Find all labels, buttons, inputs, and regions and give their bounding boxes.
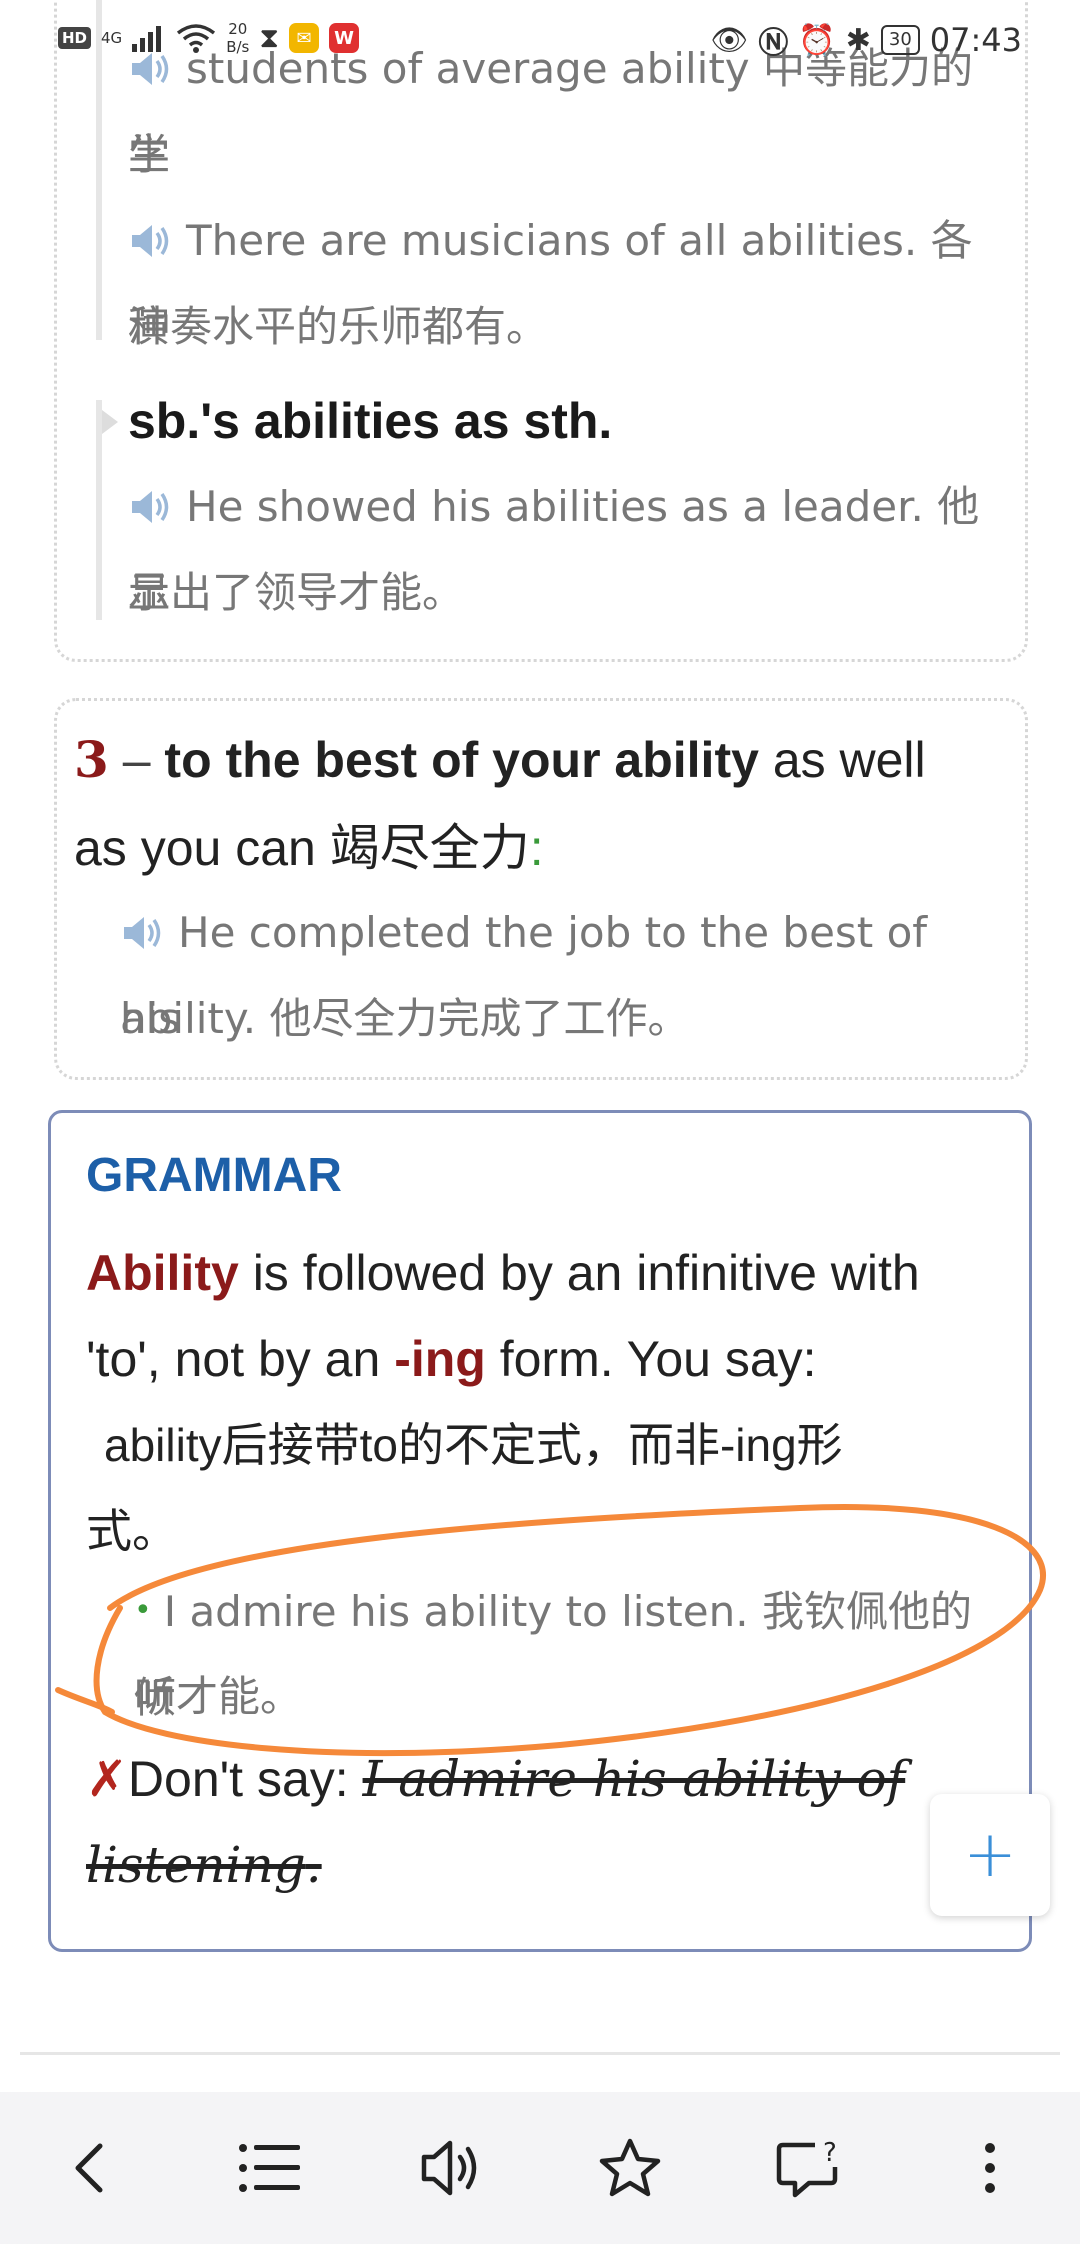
alarm-icon: ⏰ [798, 22, 836, 58]
hd-indicator: HD [58, 27, 92, 49]
back-icon [75, 2143, 103, 2193]
battery-icon: 30 [880, 25, 920, 55]
net-speed-value: 20 [228, 20, 248, 38]
pattern-arrow-icon [102, 410, 118, 434]
speaker-icon[interactable] [120, 915, 164, 951]
office-app-icon: W [329, 23, 360, 53]
speaker-icon[interactable] [128, 489, 172, 525]
svg-text:?: ? [823, 2138, 837, 2168]
content-divider [20, 2052, 1060, 2055]
grammar-rule-text: is followed by an infinitive with [238, 1245, 920, 1301]
grammar-title: GRAMMAR [86, 1149, 342, 1202]
sense-phrase: to the best of your ability [164, 732, 759, 788]
plus-icon: + [963, 1818, 1017, 1892]
bluetooth-icon: ✱ [845, 22, 871, 58]
sense-3-definition-cont: as you can 竭尽全力: [74, 804, 994, 892]
grammar-example-cont: 听才能。 [134, 1672, 303, 1721]
bottom-nav: ? [0, 2092, 1080, 2244]
hourglass-icon: ⧗ [259, 21, 280, 54]
grammar-headword: Ability [86, 1245, 239, 1301]
sense-3-example-cont: ability. 他尽全力完成了工作。 [120, 976, 980, 1062]
grammar-ing: -ing [394, 1331, 486, 1387]
back-button[interactable] [35, 2113, 145, 2223]
sense-number: 3 [74, 730, 109, 789]
example-3-cont: 示出了领导才能。 [128, 568, 465, 617]
more-icon [985, 2143, 995, 2193]
example-2-cont: 演奏水平的乐师都有。 [128, 302, 549, 351]
dont-say-cont: listening. [86, 1822, 1016, 1908]
sense-colon: : [529, 820, 544, 876]
example-1-cont: 生 [128, 130, 171, 179]
speaker-icon[interactable] [128, 223, 172, 259]
more-button[interactable] [935, 2113, 1045, 2223]
sense-3-example-en-cont: ability. [120, 994, 257, 1043]
mail-app-icon: ✉ [289, 23, 320, 53]
net-speed-unit: B/s [226, 38, 250, 56]
grammar-rule-cont: 'to', not by an -ing form. You say: [86, 1316, 1016, 1402]
sense-3-definition: 3 – to the best of your ability as well [74, 716, 994, 804]
cross-icon: ✗ [86, 1751, 128, 1807]
wrong-usage-end: . [305, 1836, 322, 1894]
pronounce-button[interactable] [395, 2113, 505, 2223]
example-3-en: He showed his abilities as a leader. [186, 482, 924, 531]
grammar-rule-text-2: 'to', not by an [86, 1331, 395, 1387]
bullet-dot: • [134, 1593, 152, 1628]
speaker-icon [421, 2140, 477, 2196]
clock: 07:43 [929, 21, 1022, 59]
nfc-icon: Ⓝ [758, 26, 789, 61]
sense-definition-cont: as you can [74, 820, 316, 876]
sense-definition-zh: 竭尽全力 [329, 820, 530, 876]
add-button[interactable]: + [930, 1794, 1050, 1916]
list-icon [239, 2144, 300, 2192]
favorite-button[interactable] [575, 2113, 685, 2223]
sense-definition: as well [772, 732, 926, 788]
sense-3-example-zh: 他尽全力完成了工作。 [269, 994, 690, 1043]
grammar-example-en: I admire his ability to listen. [163, 1587, 749, 1636]
example-2-en: There are musicians of all abilities. [186, 216, 918, 265]
list-button[interactable] [215, 2113, 325, 2223]
wrong-usage: I admire his ability of [362, 1750, 906, 1808]
status-left: HD 4G 20 B/s ⧗ ✉ W [58, 20, 360, 56]
net-speed: 20 B/s [226, 20, 249, 56]
pattern-heading: sb.'s abilities as sth. [128, 393, 613, 449]
signal-indicator: 4G [101, 29, 123, 47]
signal-bars-icon [132, 26, 162, 52]
eye-icon: 👁 [710, 22, 749, 58]
star-icon [599, 2138, 661, 2197]
sense-dash: – [122, 732, 151, 788]
grammar-rule-text-3: form. You say: [485, 1331, 817, 1387]
status-bar: HD 4G 20 B/s ⧗ ✉ W 👁 Ⓝ ⏰ ✱ 30 07:43 [0, 0, 1080, 80]
dont-say: ✗Don't say: I admire his ability of [86, 1736, 1016, 1822]
grammar-rule: Ability is followed by an infinitive wit… [86, 1230, 1016, 1316]
grammar-zh-cont: 式。 [86, 1505, 178, 1557]
dont-say-label: Don't say: [127, 1751, 363, 1807]
wifi-icon [177, 24, 216, 53]
feedback-icon: ? [776, 2138, 838, 2198]
status-right: 👁 Ⓝ ⏰ ✱ 30 07:43 [710, 18, 1022, 62]
feedback-button[interactable]: ? [755, 2113, 865, 2223]
grammar-zh: ability后接带to的不定式，而非-ing形 [104, 1419, 843, 1471]
wrong-usage-cont: listening [86, 1836, 306, 1894]
